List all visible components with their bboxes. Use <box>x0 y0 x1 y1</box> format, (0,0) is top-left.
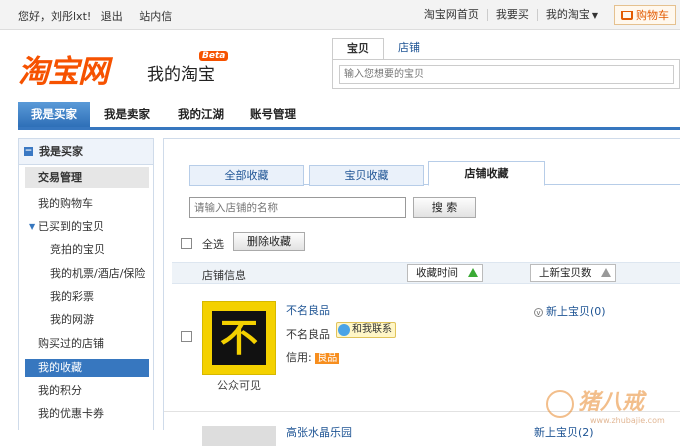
contact-seller-button[interactable]: 和我联系 <box>336 322 396 338</box>
shop-logo[interactable]: 不 <box>202 301 276 375</box>
sort-fav-time-label: 收藏时间 <box>416 267 458 279</box>
cart-button[interactable]: 购物车 <box>614 5 676 25</box>
main-nav: 我是买家 我是卖家 我的江湖 账号管理 <box>18 102 680 130</box>
my-taobao-menu[interactable]: 我的淘宝 ▼ <box>538 7 606 22</box>
nav-tab-jianghu[interactable]: 我的江湖 <box>178 102 224 127</box>
sort-new-items-button[interactable]: 上新宝贝数 <box>530 264 616 282</box>
shop-name-link[interactable]: 高张水晶乐园 <box>286 424 352 440</box>
collapse-icon[interactable]: − <box>24 147 33 156</box>
greeting-text: 您好，刘彤lxt! <box>18 10 92 23</box>
home-link[interactable]: 淘宝网首页 <box>416 9 488 21</box>
messages-link[interactable]: 站内信 <box>139 10 172 23</box>
taobao-logo[interactable]: 淘宝网 <box>18 46 109 91</box>
buy-link[interactable]: 我要买 <box>488 9 538 21</box>
tab-all-favorites[interactable]: 全部收藏 <box>189 165 304 186</box>
credit-label: 信用: <box>286 351 312 364</box>
chevron-down-icon: v <box>534 308 543 317</box>
sidebar-section-trade[interactable]: 交易管理 <box>25 167 149 188</box>
mascot-icon <box>546 390 574 418</box>
nav-tab-account[interactable]: 账号管理 <box>250 102 296 127</box>
sort-up-icon <box>601 268 611 277</box>
sidebar-item-shops-bought[interactable]: 购买过的店铺 <box>25 335 149 353</box>
sidebar-item-coupons[interactable]: 我的优惠卡券 <box>25 405 149 423</box>
sidebar-item-lottery[interactable]: 我的彩票 <box>25 288 149 306</box>
top-bar: 您好，刘彤lxt! 退出 站内信 淘宝网首页 我要买 我的淘宝 ▼ 购物车 <box>0 0 680 30</box>
contact-label: 和我联系 <box>352 324 392 335</box>
search-button[interactable]: 搜 索 <box>413 197 476 218</box>
table-header: 店铺信息 收藏时间 上新宝贝数 <box>172 262 680 284</box>
search-box <box>332 59 680 89</box>
cart-label: 购物车 <box>636 9 669 22</box>
watermark: 猪八戒 www.zhubajie.com <box>540 384 670 430</box>
col-shop-info: 店铺信息 <box>202 269 246 282</box>
row-checkbox[interactable] <box>181 331 192 342</box>
nav-tab-seller[interactable]: 我是卖家 <box>104 102 150 127</box>
sort-new-items-label: 上新宝贝数 <box>539 267 592 279</box>
select-all-checkbox[interactable] <box>181 238 192 249</box>
credit-info: 信用: 良品 <box>286 349 340 365</box>
tab-shop-favorites[interactable]: 店铺收藏 <box>428 161 545 186</box>
new-items-link[interactable]: v 新上宝贝(0) <box>534 303 606 319</box>
my-taobao-label: 我的淘宝 <box>545 7 590 21</box>
sidebar-item-favorites[interactable]: 我的收藏 <box>25 359 149 377</box>
sidebar-item-bought[interactable]: ▼ 已买到的宝贝 <box>25 218 149 236</box>
sort-up-icon <box>468 268 478 277</box>
delete-favorites-button[interactable]: 删除收藏 <box>233 232 305 251</box>
shop-name-link[interactable]: 不名良品 <box>286 302 330 318</box>
search-input[interactable] <box>339 65 674 84</box>
sidebar-item-points[interactable]: 我的积分 <box>25 382 149 400</box>
sidebar-header[interactable]: − 我是买家 <box>19 139 153 165</box>
tab-item-favorites[interactable]: 宝贝收藏 <box>309 165 424 186</box>
sidebar-item-games[interactable]: 我的网游 <box>25 311 149 329</box>
sidebar-item-label: 已买到的宝贝 <box>38 220 104 233</box>
seller-name: 不名良品 <box>286 328 330 341</box>
watermark-url: www.zhubajie.com <box>590 416 665 425</box>
nav-tab-buyer[interactable]: 我是买家 <box>18 102 90 127</box>
sort-fav-time-button[interactable]: 收藏时间 <box>407 264 483 282</box>
page-subtitle: 我的淘宝 <box>147 65 215 85</box>
visibility-label: 公众可见 <box>217 379 261 392</box>
top-bar-left: 您好，刘彤lxt! 退出 站内信 <box>18 8 172 24</box>
chevron-down-icon: ▼ <box>591 10 598 20</box>
new-items-label: 新上宝贝(0) <box>546 305 606 318</box>
search-tab-items[interactable]: 宝贝 <box>332 38 384 60</box>
expand-arrow-icon: ▼ <box>29 222 36 231</box>
sidebar-item-cart[interactable]: 我的购物车 <box>25 195 149 213</box>
shop-logo[interactable] <box>202 426 276 446</box>
sidebar: − 我是买家 交易管理 我的购物车 ▼ 已买到的宝贝 竞拍的宝贝 我的机票/酒店… <box>18 138 154 430</box>
sidebar-item-tickets[interactable]: 我的机票/酒店/保险 <box>25 265 149 283</box>
wangwang-icon <box>338 324 350 336</box>
select-all-label: 全选 <box>202 238 224 251</box>
cart-icon <box>621 10 633 20</box>
sidebar-header-label: 我是买家 <box>39 145 83 158</box>
watermark-brand: 猪八戒 <box>578 390 645 415</box>
favorites-tabs: 全部收藏 宝贝收藏 店铺收藏 <box>189 161 680 186</box>
search-tab-shops[interactable]: 店铺 <box>384 38 434 60</box>
sidebar-item-auctions[interactable]: 竞拍的宝贝 <box>25 241 149 259</box>
top-bar-right: 淘宝网首页 我要买 我的淘宝 ▼ 购物车 <box>416 0 680 30</box>
credit-badge: 良品 <box>315 353 340 364</box>
shop-name-input[interactable] <box>189 197 406 218</box>
logout-link[interactable]: 退出 <box>101 10 123 23</box>
search-tabs: 宝贝 店铺 <box>332 38 680 60</box>
shop-logo-mark: 不 <box>212 311 266 365</box>
